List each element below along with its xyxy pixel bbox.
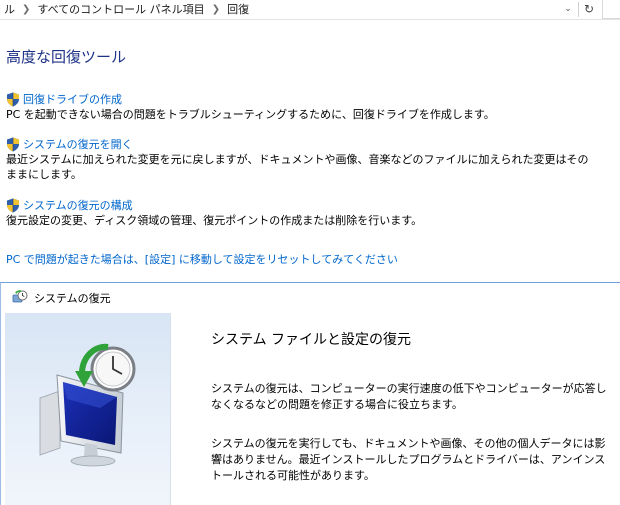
address-bar[interactable]: ル ❯ すべてのコントロール パネル項目 ❯ 回復 ⌄ ↻ bbox=[0, 0, 620, 20]
create-recovery-drive-link[interactable]: 回復ドライブの作成 bbox=[23, 91, 122, 107]
pc-reset-settings-link[interactable]: PC で問題が起きた場合は、[設定] に移動して設定をリセットしてみてください bbox=[6, 251, 398, 267]
tool-description: PC を起動できない場合の問題をトラブルシューティングするために、回復ドライブを… bbox=[6, 108, 495, 121]
breadcrumb-item-all-items[interactable]: すべてのコントロール パネル項目 bbox=[33, 1, 208, 17]
dialog-title: システムの復元 bbox=[34, 292, 111, 305]
breadcrumb-separator-icon: ❯ bbox=[22, 3, 31, 15]
tool-description: 最近システムに加えられた変更を元に戻しますが、ドキュメントや画像、音楽などのファ… bbox=[6, 153, 589, 181]
open-system-restore-link[interactable]: システムの復元を開く bbox=[23, 136, 133, 152]
dialog-titlebar[interactable]: システムの復元 bbox=[1, 283, 620, 313]
computer-clock-restore-illustration bbox=[39, 343, 136, 467]
refresh-icon[interactable]: ↻ bbox=[580, 0, 598, 18]
tool-open-system-restore: システムの復元を開く 最近システムに加えられた変更を元に戻しますが、ドキュメント… bbox=[6, 136, 596, 182]
breadcrumb-item-recovery[interactable]: 回復 bbox=[223, 1, 253, 17]
dialog-paragraph-1: システムの復元は、コンピューターの実行速度の低下やコンピューターが応答しなくなる… bbox=[211, 382, 607, 411]
address-divider bbox=[578, 2, 579, 17]
dialog-paragraph-2: システムの復元を実行しても、ドキュメントや画像、その他の個人データには影響はあり… bbox=[211, 437, 606, 482]
breadcrumb-separator-icon: ❯ bbox=[211, 3, 221, 15]
breadcrumb: ル ❯ すべてのコントロール パネル項目 ❯ 回復 bbox=[0, 0, 253, 18]
uac-shield-icon bbox=[7, 198, 19, 212]
system-restore-dialog: システムの復元 システム ファイルと設定の復元 システムの復元は、コンピューター… bbox=[0, 282, 620, 505]
page-title: 高度な回復ツール bbox=[6, 48, 127, 66]
tool-configure-system-restore: システムの復元の構成 復元設定の変更、ディスク領域の管理、復元ポイントの作成また… bbox=[6, 197, 596, 228]
dialog-heading: システム ファイルと設定の復元 bbox=[211, 332, 412, 348]
breadcrumb-item-control-panel[interactable]: ル bbox=[0, 1, 19, 17]
search-input[interactable] bbox=[602, 0, 620, 19]
chevron-down-icon[interactable]: ⌄ bbox=[559, 0, 577, 18]
system-restore-icon bbox=[12, 290, 28, 303]
tool-description: 復元設定の変更、ディスク領域の管理、復元ポイントの作成または削除を行います。 bbox=[6, 214, 423, 227]
uac-shield-icon bbox=[7, 92, 19, 106]
tool-create-recovery-drive: 回復ドライブの作成 PC を起動できない場合の問題をトラブルシューティングするた… bbox=[6, 91, 596, 122]
configure-system-restore-link[interactable]: システムの復元の構成 bbox=[23, 197, 133, 213]
uac-shield-icon bbox=[7, 137, 19, 151]
dialog-sidebar bbox=[5, 313, 171, 505]
